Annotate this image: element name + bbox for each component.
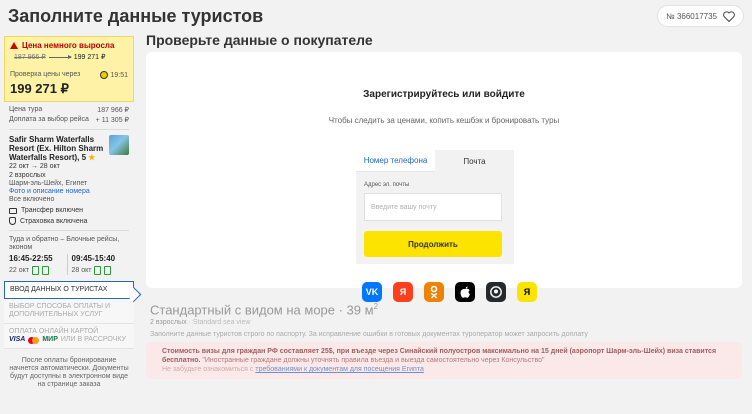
arrow-right-icon [48, 54, 72, 59]
step-card-payment[interactable]: Оплата онлайн картой VISA МИР или в расс… [4, 324, 134, 349]
visa-logo: VISA [9, 336, 26, 343]
documents-requirements-link[interactable]: требованиями к документам для посещения … [255, 366, 424, 373]
social-login: VK Я Я [362, 282, 537, 302]
tab-phone[interactable]: Номер телефона [356, 150, 435, 172]
divider [9, 230, 129, 231]
step-payment-method[interactable]: Выбор способа оплаты и дополнительных ус… [4, 299, 134, 324]
github-icon[interactable] [486, 282, 506, 302]
vk-icon[interactable]: VK [362, 282, 382, 302]
tab-email[interactable]: Почта [435, 150, 514, 172]
flights: 16:45-22:55 22 окт 09:45-15:40 28 окт [4, 254, 134, 275]
sidebar-note: После оплаты бронирование начнется автом… [9, 357, 129, 388]
luggage-icon [104, 266, 112, 275]
shield-icon [9, 217, 16, 225]
price-row-flight-surcharge: Доплата за выбор рейса + 11 305 ₽ [9, 116, 129, 124]
mastercard-icon [28, 336, 40, 344]
mir-logo: МИР [42, 336, 58, 343]
transfer-included: Трансфер включен [4, 207, 134, 214]
heart-icon[interactable] [723, 10, 735, 22]
bus-icon [9, 207, 17, 214]
star-icon: ★ [88, 153, 96, 162]
total-price: 199 271 ₽ [10, 81, 69, 96]
passport-note: Заполните данные туристов строго по пасп… [150, 331, 588, 339]
price-alert: Цена немного выросла 187 966 ₽ 199 271 ₽… [4, 36, 134, 102]
room-photos-link[interactable]: Фото и описание номера [4, 188, 134, 196]
hotel-thumbnail[interactable] [109, 135, 129, 155]
flight-outbound[interactable]: 16:45-22:55 22 окт [9, 254, 67, 275]
room-subtitle: 2 взрослых · Standard sea view [150, 319, 251, 327]
apple-icon[interactable] [455, 282, 475, 302]
luggage-icon [41, 266, 49, 275]
hotel-location: Шарм-эль-Шейх, Египет [9, 180, 88, 187]
price-change: 187 966 ₽ 199 271 ₽ [14, 53, 128, 61]
yandex-travel-icon[interactable]: Я [517, 282, 537, 302]
main-content: Проверьте данные о покупателе Зарегистри… [146, 32, 742, 380]
auth-tabs: Номер телефона Почта [356, 150, 514, 172]
auth-card: Зарегистрируйтесь или войдите Чтобы след… [146, 52, 742, 302]
warning-icon [10, 42, 18, 49]
old-price: 187 966 ₽ [14, 54, 46, 61]
new-price: 199 271 ₽ [73, 54, 106, 61]
room-title: Стандартный с видом на море · 39 м2 [150, 302, 379, 318]
price-row-tour: Цена тура 187 966 ₽ [9, 106, 129, 114]
hotel-summary: Safir Sharm Waterfalls Resort (Ex. Hilto… [4, 135, 134, 162]
flight-return[interactable]: 09:45-15:40 28 окт [66, 254, 130, 275]
order-sidebar: Цена немного выросла 187 966 ₽ 199 271 ₽… [4, 36, 134, 414]
price-check-timer: 19:51 [110, 71, 128, 79]
smile-icon [100, 71, 109, 79]
step-tourist-data[interactable]: Ввод данных о туристах [4, 281, 134, 299]
yandex-icon[interactable]: Я [393, 282, 413, 302]
email-label: Адрес эл. почты [364, 182, 410, 188]
room-view: Standard sea view [192, 319, 251, 327]
price-check-label: Проверка цены через [10, 71, 81, 78]
auth-title: Зарегистрируйтесь или войдите [363, 89, 525, 100]
booking-steps: Ввод данных о туристах Выбор способа опл… [4, 281, 134, 349]
luggage-icon [94, 266, 102, 275]
trip-dates: 22 окт → 28 окт [9, 163, 60, 170]
room-guests: 2 взрослых [150, 319, 187, 327]
insurance-included: Страховка включена [4, 217, 134, 225]
trip-guests: 2 взрослых [9, 172, 46, 179]
meal-plan: Все включено [9, 196, 55, 203]
luggage-icon [31, 266, 39, 275]
auth-subtitle: Чтобы следить за ценами, копить кешбэк и… [328, 116, 560, 125]
email-field[interactable] [364, 193, 502, 221]
price-warning-text: Цена немного выросла [22, 41, 115, 50]
order-number: № 366017735 [666, 11, 717, 21]
odnoklassniki-icon[interactable] [424, 282, 444, 302]
buyer-section-title: Проверьте данные о покупателе [146, 32, 373, 48]
divider [9, 129, 129, 130]
email-form: Адрес эл. почты Продолжить [356, 172, 514, 264]
visa-info-banner: Стоимость визы для граждан РФ составляет… [146, 342, 742, 380]
order-number-badge[interactable]: № 366017735 [657, 5, 744, 27]
flights-label: Туда и обратно – Блочные рейсы, эконом [9, 236, 120, 251]
page-title: Заполните данные туристов [8, 6, 264, 26]
continue-button[interactable]: Продолжить [364, 231, 502, 257]
